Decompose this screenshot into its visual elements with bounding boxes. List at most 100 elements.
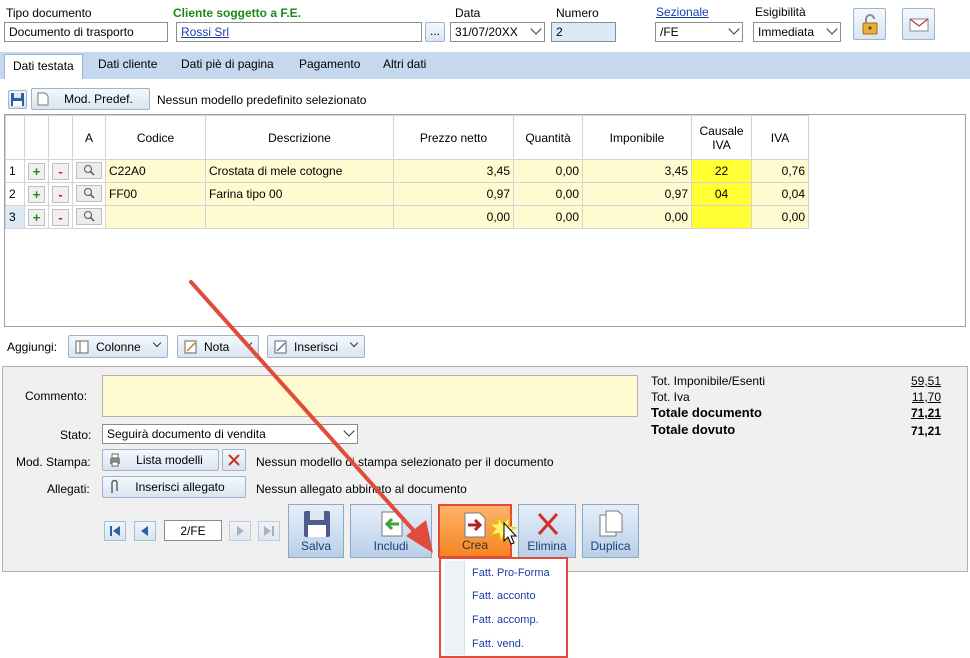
sezionale-select[interactable]: /FE xyxy=(655,22,743,42)
nota-label: Nota xyxy=(204,340,230,354)
tab-dati-pie-di-pagina[interactable]: Dati piè di pagina xyxy=(181,57,274,71)
col-header-a[interactable]: A xyxy=(72,115,106,160)
cell-codice[interactable] xyxy=(105,205,206,229)
record-position-field[interactable]: 2/FE xyxy=(164,520,222,541)
add-row-icon[interactable]: + xyxy=(28,185,45,203)
cliente-browse-button[interactable]: ... xyxy=(425,22,445,42)
numero-field[interactable]: 2 xyxy=(551,22,616,42)
cliente-field[interactable]: Rossi Srl xyxy=(176,22,422,42)
duplicate-icon xyxy=(599,510,623,537)
lista-modelli-button[interactable]: Lista modelli xyxy=(102,449,219,471)
inserisci-button[interactable]: Inserisci xyxy=(267,335,365,358)
last-record-button[interactable] xyxy=(258,521,280,541)
search-icon[interactable] xyxy=(76,207,102,225)
mod-predef-button[interactable]: Mod. Predef. xyxy=(31,88,150,110)
col-header-descrizione[interactable]: Descrizione xyxy=(205,115,394,160)
commento-textarea[interactable] xyxy=(102,375,638,417)
cell-iva[interactable]: 0,76 xyxy=(751,159,809,183)
search-icon[interactable] xyxy=(76,184,102,202)
esigibilita-select[interactable]: Immediata xyxy=(753,22,841,42)
cell-quantita[interactable]: 0,00 xyxy=(513,159,583,183)
tab-bar: Dati testata Dati cliente Dati piè di pa… xyxy=(0,52,970,79)
cell-prezzo[interactable]: 3,45 xyxy=(393,159,514,183)
cell-codice[interactable]: FF00 xyxy=(105,182,206,206)
salva-button[interactable]: Salva xyxy=(288,504,344,558)
inserisci-label: Inserisci xyxy=(294,340,339,354)
tab-dati-testata[interactable]: Dati testata xyxy=(4,54,83,79)
cell-imponibile[interactable]: 3,45 xyxy=(582,159,692,183)
data-field[interactable]: 31/07/20XX xyxy=(450,22,545,42)
stato-select[interactable]: Seguirà documento di vendita xyxy=(102,424,358,444)
cell-descrizione[interactable] xyxy=(205,205,394,229)
colonne-label: Colonne xyxy=(96,340,141,354)
includi-button[interactable]: Includi xyxy=(350,504,432,558)
tot-imponibile-value[interactable]: 59,51 xyxy=(881,374,941,388)
cell-causale[interactable]: 04 xyxy=(691,182,752,206)
colonne-button[interactable]: Colonne xyxy=(68,335,168,358)
cell-causale[interactable]: 22 xyxy=(691,159,752,183)
next-record-button[interactable] xyxy=(229,521,251,541)
lock-button[interactable] xyxy=(853,8,886,40)
totale-documento-value[interactable]: 71,21 xyxy=(881,406,941,420)
nota-button[interactable]: Nota xyxy=(177,335,259,358)
remove-row-icon[interactable]: - xyxy=(52,208,69,226)
add-row-icon[interactable]: + xyxy=(28,208,45,226)
cell-quantita[interactable]: 0,00 xyxy=(513,205,583,229)
cell-prezzo[interactable]: 0,97 xyxy=(393,182,514,206)
tab-pagamento[interactable]: Pagamento xyxy=(299,57,360,71)
cell-iva[interactable]: 0,00 xyxy=(751,205,809,229)
table-row[interactable]: 2 + - FF00 Farina tipo 00 0,97 0,00 0,97… xyxy=(5,182,809,206)
remove-row-icon[interactable]: - xyxy=(52,185,69,203)
menu-item-fatt-vend[interactable]: Fatt. vend. xyxy=(472,638,524,650)
col-header-codice[interactable]: Codice xyxy=(105,115,206,160)
cell-imponibile[interactable]: 0,97 xyxy=(582,182,692,206)
cell-prezzo[interactable]: 0,00 xyxy=(393,205,514,229)
cell-iva[interactable]: 0,04 xyxy=(751,182,809,206)
cell-descrizione[interactable]: Farina tipo 00 xyxy=(205,182,394,206)
col-header-causale-iva[interactable]: Causale IVA xyxy=(691,115,752,160)
table-row[interactable]: 3 + - 0,00 0,00 0,00 0,00 xyxy=(5,205,809,229)
inserisci-allegato-button[interactable]: Inserisci allegato xyxy=(102,476,246,498)
cell-codice[interactable]: C22A0 xyxy=(105,159,206,183)
save-model-button[interactable] xyxy=(8,90,27,109)
elimina-button[interactable]: Elimina xyxy=(518,504,576,558)
chevron-down-icon xyxy=(343,425,355,437)
numero-label: Numero xyxy=(556,6,599,20)
tot-iva-value[interactable]: 11,70 xyxy=(881,390,941,404)
search-icon[interactable] xyxy=(76,161,102,179)
col-header-prezzo-netto[interactable]: Prezzo netto xyxy=(393,115,514,160)
tipo-documento-field[interactable]: Documento di trasporto xyxy=(4,22,168,42)
close-icon xyxy=(228,454,240,466)
cell-descrizione[interactable]: Crostata di mele cotogne xyxy=(205,159,394,183)
add-row-icon[interactable]: + xyxy=(28,162,45,180)
delete-icon xyxy=(537,512,559,536)
mod-predef-label: Mod. Predef. xyxy=(64,92,133,106)
menu-item-fatt-pro-forma[interactable]: Fatt. Pro-Forma xyxy=(472,567,550,579)
col-header-iva[interactable]: IVA xyxy=(751,115,809,160)
table-row[interactable]: 1 + - C22A0 Crostata di mele cotogne 3,4… xyxy=(5,159,809,183)
email-button[interactable] xyxy=(902,8,935,40)
prev-record-button[interactable] xyxy=(134,521,156,541)
first-record-button[interactable] xyxy=(104,521,126,541)
columns-icon xyxy=(75,340,89,354)
menu-item-fatt-accomp[interactable]: Fatt. accomp. xyxy=(472,614,539,626)
col-header-quantita[interactable]: Quantità xyxy=(513,115,583,160)
remove-row-icon[interactable]: - xyxy=(52,162,69,180)
row-number: 1 xyxy=(5,159,25,183)
col-header-imponibile[interactable]: Imponibile xyxy=(582,115,692,160)
menu-item-fatt-acconto[interactable]: Fatt. acconto xyxy=(472,590,536,602)
cell-causale[interactable] xyxy=(691,205,752,229)
duplica-button[interactable]: Duplica xyxy=(582,504,639,558)
crea-button[interactable]: Crea xyxy=(438,504,512,558)
data-value: 31/07/20XX xyxy=(455,25,518,39)
sezionale-link[interactable]: Sezionale xyxy=(656,5,709,19)
insert-icon xyxy=(274,340,287,354)
tab-altri-dati[interactable]: Altri dati xyxy=(383,57,426,71)
stato-value: Seguirà documento di vendita xyxy=(107,427,266,441)
chevron-down-icon xyxy=(728,23,740,35)
lock-icon xyxy=(862,14,878,35)
cell-imponibile[interactable]: 0,00 xyxy=(582,205,692,229)
tab-dati-cliente[interactable]: Dati cliente xyxy=(98,57,157,71)
cell-quantita[interactable]: 0,00 xyxy=(513,182,583,206)
clear-model-button[interactable] xyxy=(222,449,246,471)
